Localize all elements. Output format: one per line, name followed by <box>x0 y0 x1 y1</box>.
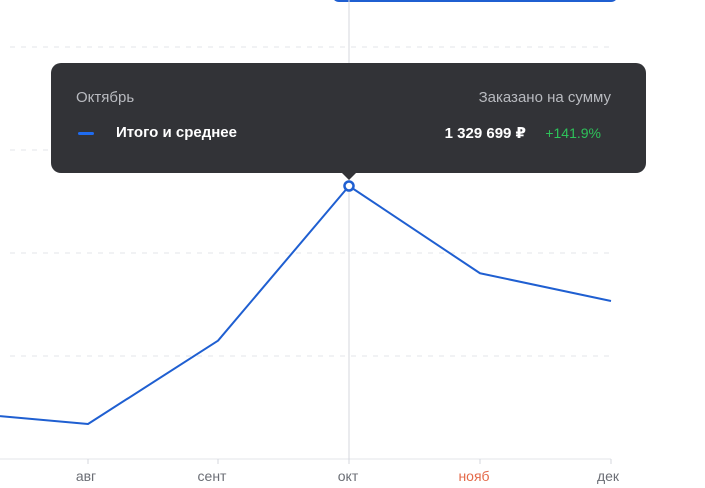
x-tick-label-dec: дек <box>596 468 620 484</box>
chart-card: Октябрь Заказано на сумму Итого и средне… <box>0 0 705 488</box>
x-tick-label-aug: авг <box>75 468 97 484</box>
x-tick-label-nov: нояб <box>458 468 490 484</box>
tooltip-metric-label: Заказано на сумму <box>478 89 611 106</box>
series-line <box>0 185 612 425</box>
tooltip-month: Октябрь <box>76 89 135 106</box>
x-tick-label-sep: сент <box>197 468 227 484</box>
active-data-point[interactable] <box>343 180 355 192</box>
tooltip-series-name: Итого и среднее <box>116 124 237 141</box>
tooltip-change: +141.9% <box>545 125 601 141</box>
chart-tooltip: Октябрь Заказано на сумму Итого и средне… <box>51 63 646 173</box>
tooltip-amount: 1 329 699 ₽ <box>444 125 526 142</box>
tooltip-pointer <box>341 172 357 180</box>
x-tick-label-oct: окт <box>337 468 359 484</box>
series-color-swatch <box>78 132 94 135</box>
